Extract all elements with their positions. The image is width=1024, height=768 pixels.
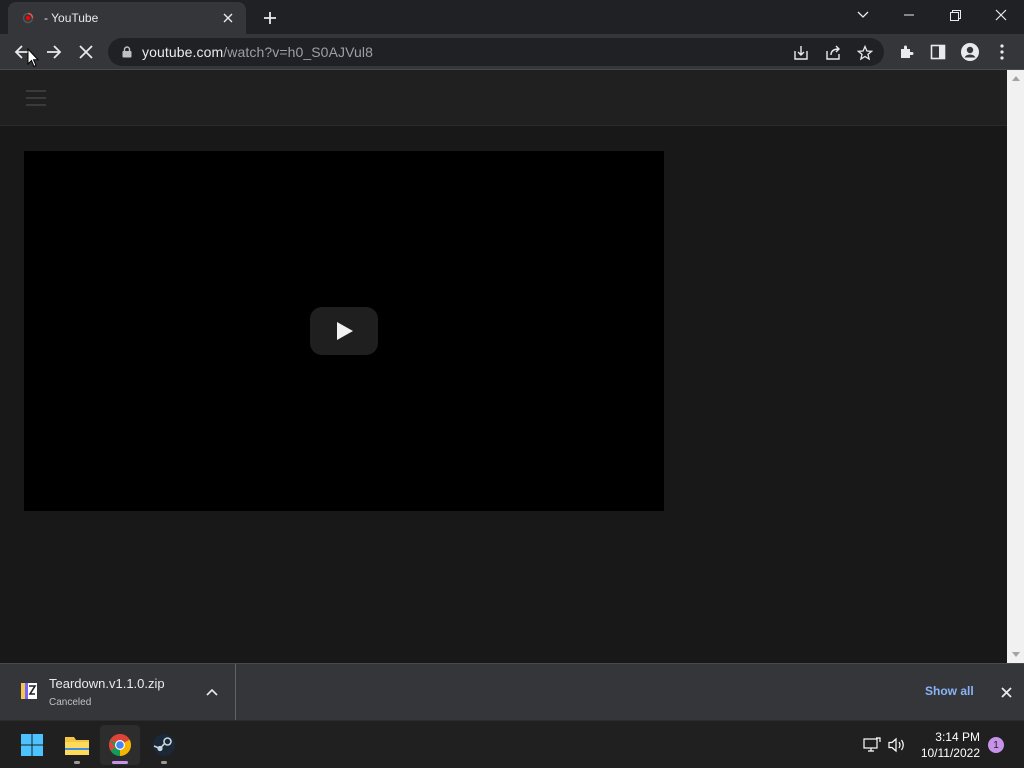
scroll-up-icon[interactable] xyxy=(1007,70,1024,87)
extensions-icon[interactable] xyxy=(892,38,920,66)
vertical-scrollbar[interactable] xyxy=(1007,70,1024,663)
web-page xyxy=(0,70,1007,663)
play-button[interactable] xyxy=(310,307,378,355)
tab-close-icon[interactable] xyxy=(220,10,236,26)
tab-youtube[interactable]: - YouTube xyxy=(8,2,246,34)
tab-title: - YouTube xyxy=(44,11,99,25)
download-status: Canceled xyxy=(49,697,92,708)
file-explorer-icon[interactable] xyxy=(57,725,97,765)
youtube-loading-icon xyxy=(22,12,34,24)
youtube-header xyxy=(0,70,1007,126)
forward-icon[interactable] xyxy=(40,38,68,66)
mouse-cursor-icon xyxy=(27,48,39,68)
video-player[interactable] xyxy=(24,151,664,511)
app-running-indicator xyxy=(161,761,167,764)
clock-time: 3:14 PM xyxy=(935,730,980,744)
app-active-indicator xyxy=(112,761,128,764)
close-shelf-icon[interactable] xyxy=(996,682,1016,702)
show-all-button[interactable]: Show all xyxy=(914,682,985,700)
minimize-icon[interactable] xyxy=(886,0,932,30)
clock-date: 10/11/2022 xyxy=(920,746,980,760)
windows-taskbar: 3:14 PM 10/11/2022 1 xyxy=(0,720,1024,768)
chrome-icon[interactable] xyxy=(100,725,140,765)
star-icon[interactable] xyxy=(854,42,876,64)
install-icon[interactable] xyxy=(790,42,812,64)
address-bar[interactable]: youtube.com/watch?v=h0_S0AJVul8 xyxy=(108,38,884,66)
url-host: youtube.com xyxy=(142,44,224,60)
notification-badge[interactable]: 1 xyxy=(988,737,1004,753)
volume-icon[interactable] xyxy=(887,735,907,755)
menu-icon[interactable] xyxy=(988,38,1016,66)
download-item[interactable]: Teardown.v1.1.0.zip Canceled xyxy=(0,664,236,720)
system-clock[interactable]: 3:14 PM 10/11/2022 xyxy=(916,729,980,761)
download-filename: Teardown.v1.1.0.zip xyxy=(49,676,165,691)
browser-toolbar: youtube.com/watch?v=h0_S0AJVul8 xyxy=(0,34,1024,70)
url-path: /watch?v=h0_S0AJVul8 xyxy=(223,44,374,60)
app-running-indicator xyxy=(74,761,80,764)
zip-file-icon xyxy=(21,683,37,699)
tab-strip: - YouTube xyxy=(0,0,1024,34)
lock-icon[interactable] xyxy=(120,45,134,59)
url-text: youtube.com/watch?v=h0_S0AJVul8 xyxy=(142,44,373,60)
close-window-icon[interactable] xyxy=(978,0,1024,30)
windows-start-icon[interactable] xyxy=(12,725,52,765)
play-icon xyxy=(337,322,353,340)
network-icon[interactable] xyxy=(862,735,882,755)
steam-icon[interactable] xyxy=(144,725,184,765)
restore-icon[interactable] xyxy=(932,0,978,30)
scroll-down-icon[interactable] xyxy=(1007,646,1024,663)
profile-icon[interactable] xyxy=(956,38,984,66)
side-panel-icon[interactable] xyxy=(924,38,952,66)
stop-icon[interactable] xyxy=(72,38,100,66)
tab-search-icon[interactable] xyxy=(840,0,886,30)
chevron-up-icon[interactable] xyxy=(202,684,222,700)
download-shelf: Teardown.v1.1.0.zip Canceled Show all xyxy=(0,663,1024,720)
hamburger-menu-icon[interactable] xyxy=(26,90,46,106)
share-icon[interactable] xyxy=(822,42,844,64)
new-tab-button[interactable] xyxy=(258,6,282,30)
